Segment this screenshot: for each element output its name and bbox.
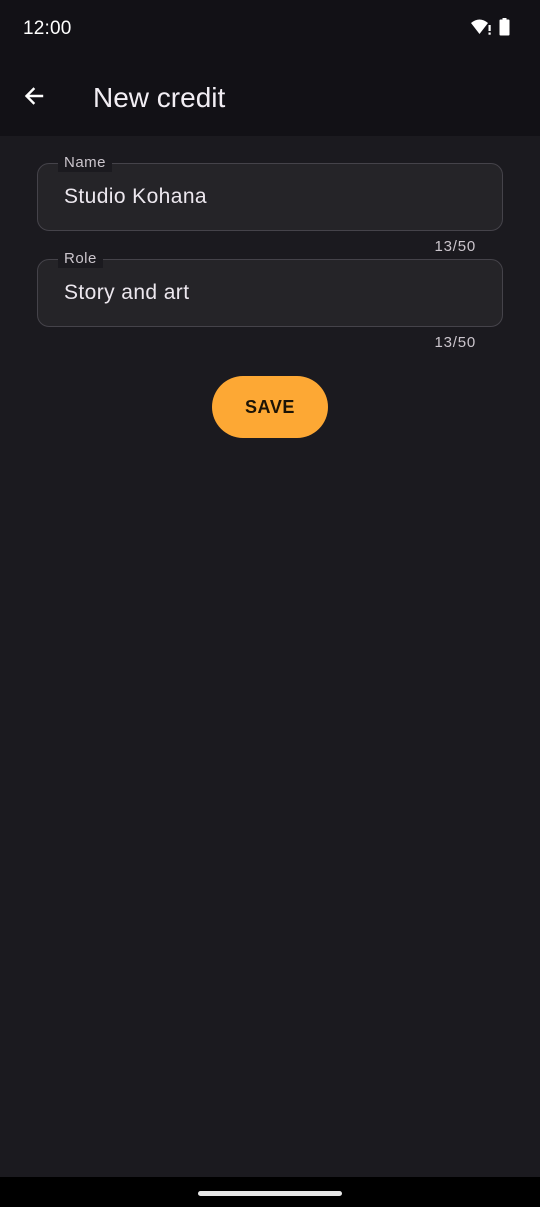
app-bar: New credit xyxy=(0,60,540,136)
wifi-alert-icon xyxy=(470,18,492,41)
back-button[interactable] xyxy=(12,76,56,120)
name-counter: 13/50 xyxy=(434,238,476,255)
name-field[interactable]: Name xyxy=(37,154,503,231)
save-button[interactable]: SAVE xyxy=(212,376,328,438)
home-gesture-handle[interactable] xyxy=(198,1191,342,1196)
arrow-back-icon xyxy=(22,84,46,113)
navigation-bar xyxy=(0,1177,540,1207)
battery-icon xyxy=(499,17,510,41)
role-input[interactable] xyxy=(64,260,484,326)
role-counter: 13/50 xyxy=(434,334,476,351)
name-input[interactable] xyxy=(64,164,484,230)
status-bar: 12:00 xyxy=(0,0,540,60)
status-time: 12:00 xyxy=(23,18,72,39)
page-title: New credit xyxy=(93,82,226,113)
status-icons xyxy=(470,17,510,41)
role-field[interactable]: Role xyxy=(37,250,503,327)
